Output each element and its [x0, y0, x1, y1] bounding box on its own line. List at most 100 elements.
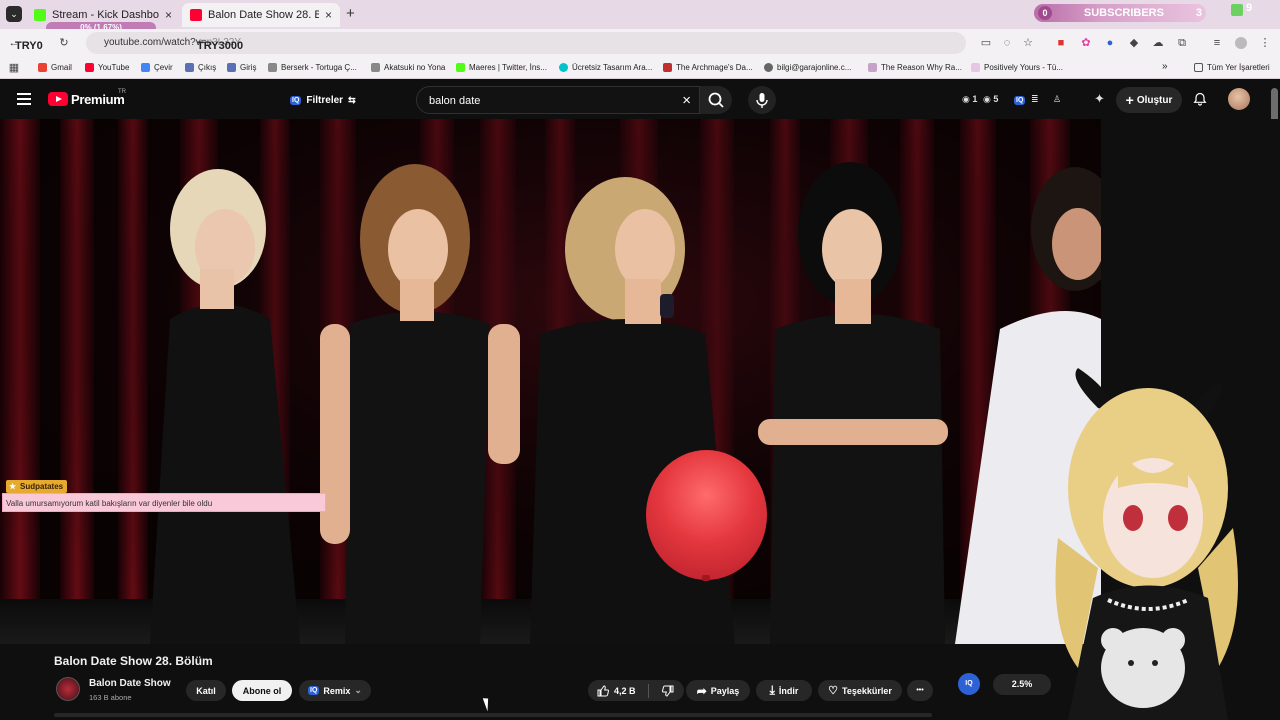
minimize-icon[interactable] [1231, 4, 1243, 16]
all-bookmarks-folder[interactable]: Tüm Yer İşaretleri [1194, 63, 1270, 72]
create-button[interactable]: + Oluştur [1116, 87, 1182, 113]
below-video-scroll-shadow [54, 713, 932, 717]
apps-grid-icon[interactable]: ▦ [8, 62, 20, 74]
region-code: TR [118, 89, 126, 95]
vtuber-avatar [1055, 368, 1238, 720]
try-counter-right: TRY3000 [197, 40, 244, 52]
bookmarks-more-icon[interactable]: » [1162, 61, 1168, 72]
extension-shield-icon[interactable]: ◆ [1128, 37, 1140, 49]
eye-off-icon[interactable]: ◌ [1001, 37, 1013, 49]
youtube-favicon-icon [190, 9, 202, 21]
subscribers-current: 0 [1038, 6, 1052, 20]
voice-search-button[interactable] [748, 86, 776, 114]
bookmark-berserk[interactable]: Berserk - Tortuga Ç... [268, 63, 357, 72]
download-button[interactable]: ⤓ İndir [756, 680, 812, 701]
bookmark-positively[interactable]: Positively Yours - Tü... [971, 63, 1063, 72]
more-actions-button[interactable]: ••• [907, 680, 933, 701]
star-bookmark-icon[interactable]: ☆ [1022, 37, 1034, 49]
bookmark-cikis[interactable]: Çıkış [185, 63, 216, 72]
menu-icon[interactable] [17, 93, 31, 105]
notifications-bell-icon[interactable] [1193, 92, 1207, 106]
extension-pink-icon[interactable]: ✿ [1080, 37, 1092, 49]
close-tab-icon[interactable]: × [165, 8, 172, 22]
tab-search-icon[interactable]: ⌄ [6, 6, 22, 22]
video-title: Balon Date Show 28. Bölüm [54, 654, 213, 668]
bookmark-reason[interactable]: The Reason Why Ra... [868, 63, 962, 72]
try-counter-left: TRY0 [15, 40, 43, 52]
chat-username: Sudpatates [6, 480, 68, 493]
chat-message: Valla umursamıyorum katil bakışların var… [2, 493, 326, 512]
iq-panel-icon[interactable]: IQ [958, 673, 980, 695]
balloon-knot [702, 575, 710, 581]
youtube-logo-icon[interactable] [48, 92, 68, 106]
bookmark-gmail[interactable]: Gmail [38, 63, 72, 72]
subscribe-label: Abone ol [242, 685, 282, 696]
thumbs-down-icon[interactable] [661, 684, 675, 698]
join-button[interactable]: Katıl [186, 680, 226, 701]
subscribers-label: SUBSCRIBERS [1083, 7, 1164, 19]
bookmark-giris[interactable]: Giriş [227, 63, 256, 72]
kebab-menu-icon[interactable]: ⋮ [1259, 37, 1271, 49]
plus-icon: + [1125, 92, 1134, 108]
extension-counter-icon[interactable]: ■ [1055, 37, 1067, 49]
thumbs-up-icon[interactable] [596, 684, 610, 698]
reload-icon[interactable]: ↻ [58, 37, 70, 49]
remix-button[interactable]: IQ Remix ⌄ [299, 680, 371, 701]
bookmark-maeres[interactable]: Maeres | Twitter, İns... [456, 63, 547, 72]
channel-name[interactable]: Balon Date Show [89, 678, 171, 689]
video-player[interactable] [0, 119, 1101, 644]
search-input[interactable]: balon date × [416, 86, 700, 114]
filters-label: Filtreler [306, 94, 344, 106]
bookmark-archmage[interactable]: The Archmage's Da... [663, 63, 753, 72]
search-button[interactable] [700, 86, 732, 114]
join-label: Katıl [196, 685, 216, 696]
bookmark-cevir[interactable]: Çevir [141, 63, 173, 72]
like-count[interactable]: 4,2 B [614, 686, 636, 696]
reading-list-icon[interactable]: ≡ [1211, 37, 1223, 49]
sliders-icon: ⇆ [348, 94, 356, 105]
bookmark-youtube[interactable]: YouTube [85, 63, 129, 72]
tab-youtube-video[interactable]: Balon Date Show 28. Bölüm - Yo × [182, 3, 340, 27]
bookmark-tasarim[interactable]: Ücretsiz Tasarım Ara... [559, 63, 652, 72]
bookmark-akatsuki[interactable]: Akatsuki no Yona [371, 63, 445, 72]
close-tab-icon[interactable]: × [325, 8, 332, 22]
badge-icon[interactable]: ♙ [1053, 94, 1061, 105]
list-filter-icon[interactable]: ≣ [1031, 94, 1039, 105]
account-avatar[interactable] [1228, 88, 1250, 110]
bookmark-garaj[interactable]: bilgi@garajonline.c... [764, 63, 851, 72]
create-label: Oluştur [1136, 94, 1173, 106]
search-query: balon date [429, 95, 481, 107]
channel-subscriber-count: 163 B abone [89, 693, 132, 702]
channel-avatar[interactable] [56, 677, 80, 701]
download-icon: ⤓ [769, 683, 775, 697]
clear-search-icon[interactable]: × [682, 92, 691, 109]
tab-title: Stream - Kick Dashboard [52, 9, 159, 21]
eye-counter: ◉ 1 [962, 94, 978, 104]
filters-button[interactable]: IQ Filtreler ⇆ [290, 90, 356, 110]
thanks-heart-icon: ♡ [828, 685, 838, 697]
new-tab-button[interactable]: + [346, 5, 355, 22]
tab-title: Balon Date Show 28. Bölüm - Yo [208, 9, 319, 21]
extension-cloud-icon[interactable]: ☁ [1152, 37, 1164, 49]
browser-tab-strip: ⌄ Stream - Kick Dashboard × Balon Date S… [0, 0, 1280, 34]
red-balloon [646, 450, 767, 580]
browser-toolbar: ← ↻ youtube.com/watch?v=n3L32Y TRY0 TRY3… [0, 29, 1280, 57]
youtube-premium-logo[interactable]: Premium [71, 92, 125, 107]
extension-blue-icon[interactable]: ● [1104, 37, 1116, 49]
iq-header-icon[interactable]: IQ [1014, 94, 1026, 105]
cast-icon[interactable]: ▭ [980, 37, 992, 49]
iq-extension-icon: IQ [290, 95, 302, 105]
share-arrow-icon: ➦ [696, 683, 707, 698]
extension-leaf-icon[interactable]: ✦ [1094, 91, 1105, 107]
search-icon [708, 92, 724, 108]
thanks-button[interactable]: ♡ Teşekkürler [818, 680, 902, 701]
view-counter: ◉ 5 [983, 94, 999, 104]
bookmarks-bar: ▦ Gmail YouTube Çevir Çıkış Giriş Berser… [0, 57, 1280, 79]
share-label: Paylaş [710, 685, 740, 696]
profile-avatar-icon[interactable] [1235, 37, 1247, 49]
share-button[interactable]: ➦ Paylaş [686, 680, 750, 701]
extensions-puzzle-icon[interactable]: ⧉ [1176, 37, 1188, 49]
youtube-header: Premium TR IQ Filtreler ⇆ balon date × ◉… [0, 80, 1280, 119]
thanks-label: Teşekkürler [842, 685, 892, 696]
subscribe-button[interactable]: Abone ol [232, 680, 292, 701]
